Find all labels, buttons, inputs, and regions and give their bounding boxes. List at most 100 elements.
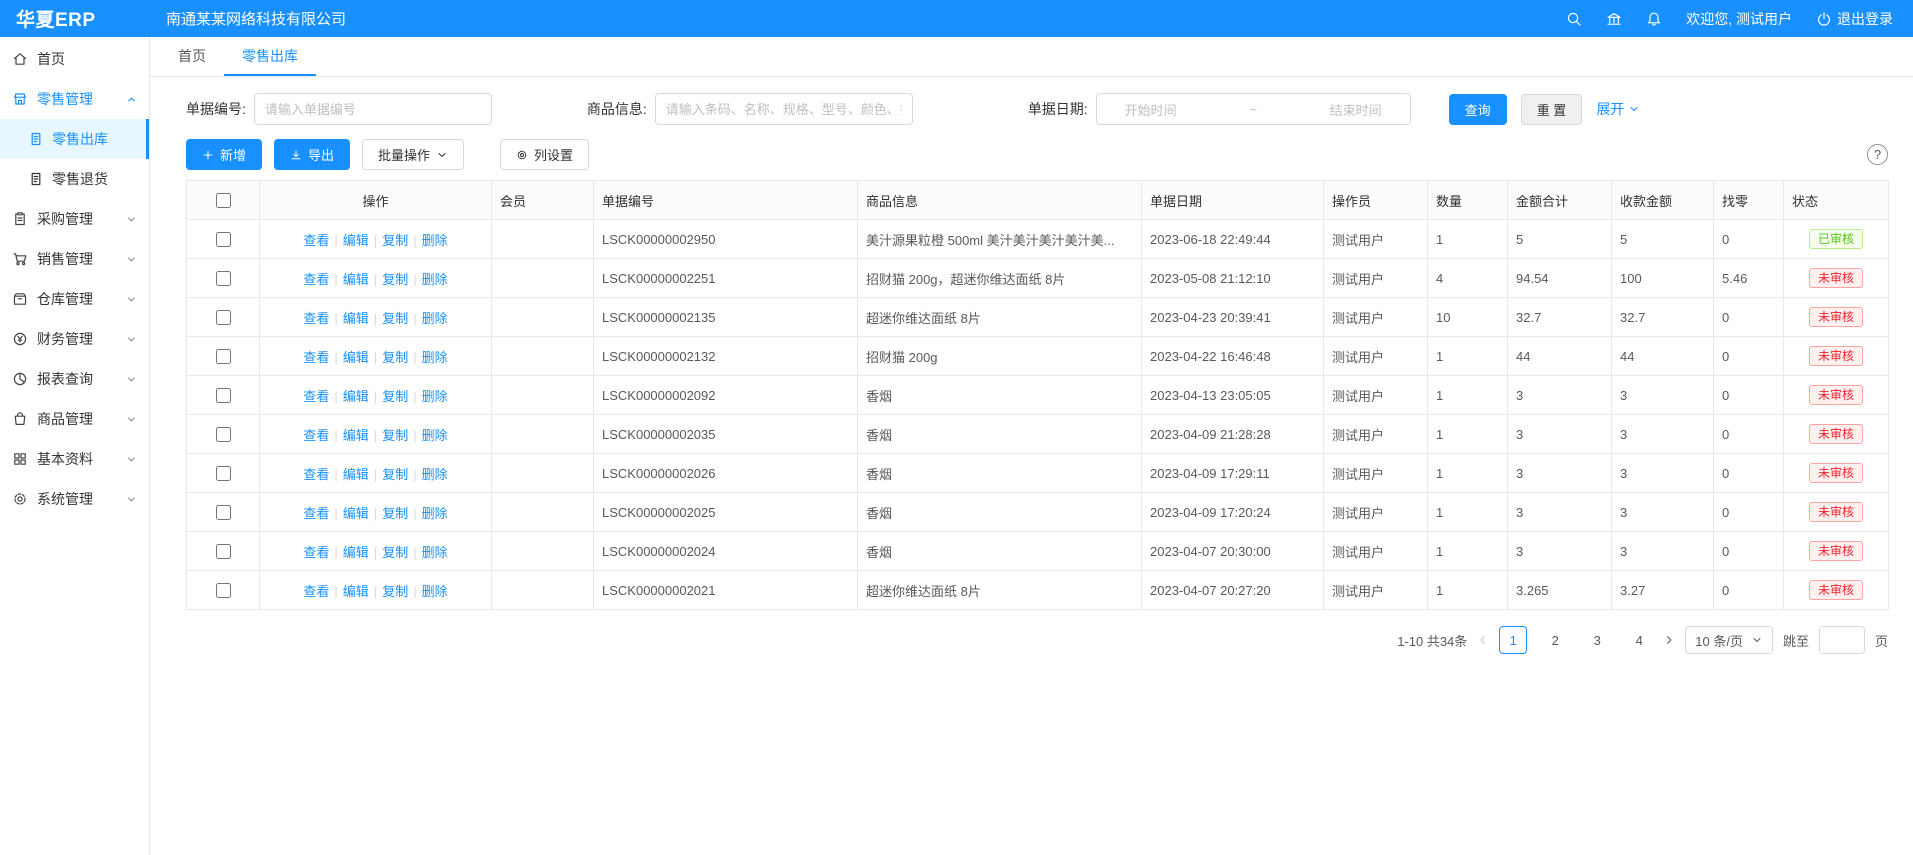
view-link[interactable]: 查看 — [303, 311, 329, 326]
sidebar-item-reports[interactable]: 报表查询 — [0, 359, 149, 399]
col-header-bill-no: 单据编号 — [594, 181, 858, 220]
delete-link[interactable]: 删除 — [422, 311, 448, 326]
copy-link[interactable]: 复制 — [382, 233, 408, 248]
action-separator: | — [374, 233, 377, 248]
page-size-select[interactable]: 10 条/页 — [1685, 626, 1773, 654]
copy-link[interactable]: 复制 — [382, 467, 408, 482]
help-icon[interactable]: ? — [1867, 144, 1888, 165]
edit-link[interactable]: 编辑 — [343, 506, 369, 521]
view-link[interactable]: 查看 — [303, 233, 329, 248]
status-badge: 未审核 — [1809, 268, 1863, 288]
row-checkbox[interactable] — [216, 544, 231, 559]
edit-link[interactable]: 编辑 — [343, 311, 369, 326]
bill-no-input[interactable] — [254, 93, 492, 125]
page-button-3[interactable]: 3 — [1583, 626, 1611, 654]
sidebar-item-retail-out[interactable]: 零售出库 — [0, 119, 149, 159]
delete-link[interactable]: 删除 — [422, 584, 448, 599]
view-link[interactable]: 查看 — [303, 350, 329, 365]
row-checkbox[interactable] — [216, 466, 231, 481]
next-page-button[interactable] — [1663, 634, 1675, 646]
add-button[interactable]: 新增 — [186, 139, 262, 170]
copy-link[interactable]: 复制 — [382, 506, 408, 521]
row-checkbox[interactable] — [216, 583, 231, 598]
prev-page-button[interactable] — [1477, 634, 1489, 646]
tab-retail-out[interactable]: 零售出库 — [224, 37, 316, 76]
sidebar-item-finance[interactable]: 财务管理 — [0, 319, 149, 359]
column-settings-button[interactable]: 列设置 — [500, 139, 589, 170]
row-checkbox[interactable] — [216, 505, 231, 520]
row-checkbox[interactable] — [216, 427, 231, 442]
edit-link[interactable]: 编辑 — [343, 584, 369, 599]
copy-link[interactable]: 复制 — [382, 350, 408, 365]
sidebar-item-retail-return[interactable]: 零售退货 — [0, 159, 149, 199]
sidebar-item-system[interactable]: 系统管理 — [0, 479, 149, 519]
delete-link[interactable]: 删除 — [422, 545, 448, 560]
edit-link[interactable]: 编辑 — [343, 350, 369, 365]
edit-link[interactable]: 编辑 — [343, 233, 369, 248]
search-button[interactable]: 查询 — [1449, 94, 1507, 125]
date-range-picker[interactable]: 开始时间 ~ 结束时间 — [1096, 93, 1411, 125]
view-link[interactable]: 查看 — [303, 389, 329, 404]
page-button-2[interactable]: 2 — [1541, 626, 1569, 654]
bell-icon[interactable] — [1646, 11, 1662, 27]
copy-link[interactable]: 复制 — [382, 311, 408, 326]
batch-actions-button[interactable]: 批量操作 — [362, 139, 464, 170]
export-button[interactable]: 导出 — [274, 139, 350, 170]
sidebar-item-warehouse[interactable]: 仓库管理 — [0, 279, 149, 319]
logout-button[interactable]: 退出登录 — [1816, 9, 1893, 29]
sidebar-item-retail[interactable]: 零售管理 — [0, 79, 149, 119]
delete-link[interactable]: 删除 — [422, 428, 448, 443]
member-cell — [492, 415, 594, 454]
received-cell: 5 — [1612, 220, 1714, 259]
copy-link[interactable]: 复制 — [382, 428, 408, 443]
bank-icon[interactable] — [1606, 11, 1622, 27]
sidebar-item-basic-data[interactable]: 基本资料 — [0, 439, 149, 479]
sidebar-item-sales[interactable]: 销售管理 — [0, 239, 149, 279]
jump-page-input[interactable] — [1819, 626, 1865, 654]
sidebar-item-goods[interactable]: 商品管理 — [0, 399, 149, 439]
row-checkbox[interactable] — [216, 349, 231, 364]
delete-link[interactable]: 删除 — [422, 350, 448, 365]
page-button-1[interactable]: 1 — [1499, 626, 1527, 654]
col-header-qty: 数量 — [1428, 181, 1508, 220]
view-link[interactable]: 查看 — [303, 545, 329, 560]
delete-link[interactable]: 删除 — [422, 389, 448, 404]
delete-link[interactable]: 删除 — [422, 467, 448, 482]
select-all-checkbox[interactable] — [216, 193, 231, 208]
view-link[interactable]: 查看 — [303, 506, 329, 521]
copy-link[interactable]: 复制 — [382, 389, 408, 404]
page-button-4[interactable]: 4 — [1625, 626, 1653, 654]
edit-link[interactable]: 编辑 — [343, 467, 369, 482]
edit-link[interactable]: 编辑 — [343, 272, 369, 287]
goods-info-input[interactable] — [655, 93, 913, 125]
edit-link[interactable]: 编辑 — [343, 389, 369, 404]
view-link[interactable]: 查看 — [303, 467, 329, 482]
sidebar-item-home[interactable]: 首页 — [0, 39, 149, 79]
delete-link[interactable]: 删除 — [422, 233, 448, 248]
reset-button[interactable]: 重 置 — [1521, 94, 1583, 125]
expand-link[interactable]: 展开 — [1596, 99, 1640, 119]
copy-link[interactable]: 复制 — [382, 272, 408, 287]
view-link[interactable]: 查看 — [303, 428, 329, 443]
sidebar-item-label: 采购管理 — [37, 209, 93, 229]
row-checkbox[interactable] — [216, 310, 231, 325]
action-separator: | — [413, 506, 416, 521]
date-cell: 2023-04-22 16:46:48 — [1142, 337, 1324, 376]
delete-link[interactable]: 删除 — [422, 272, 448, 287]
operator-cell: 测试用户 — [1324, 493, 1428, 532]
view-link[interactable]: 查看 — [303, 272, 329, 287]
action-separator: | — [334, 584, 337, 599]
row-checkbox[interactable] — [216, 271, 231, 286]
delete-link[interactable]: 删除 — [422, 506, 448, 521]
view-link[interactable]: 查看 — [303, 584, 329, 599]
tab-home[interactable]: 首页 — [160, 37, 224, 76]
sidebar-item-purchase[interactable]: 采购管理 — [0, 199, 149, 239]
row-checkbox[interactable] — [216, 232, 231, 247]
chevron-down-icon — [126, 414, 137, 425]
search-icon[interactable] — [1566, 11, 1582, 27]
row-checkbox[interactable] — [216, 388, 231, 403]
copy-link[interactable]: 复制 — [382, 584, 408, 599]
edit-link[interactable]: 编辑 — [343, 428, 369, 443]
edit-link[interactable]: 编辑 — [343, 545, 369, 560]
copy-link[interactable]: 复制 — [382, 545, 408, 560]
